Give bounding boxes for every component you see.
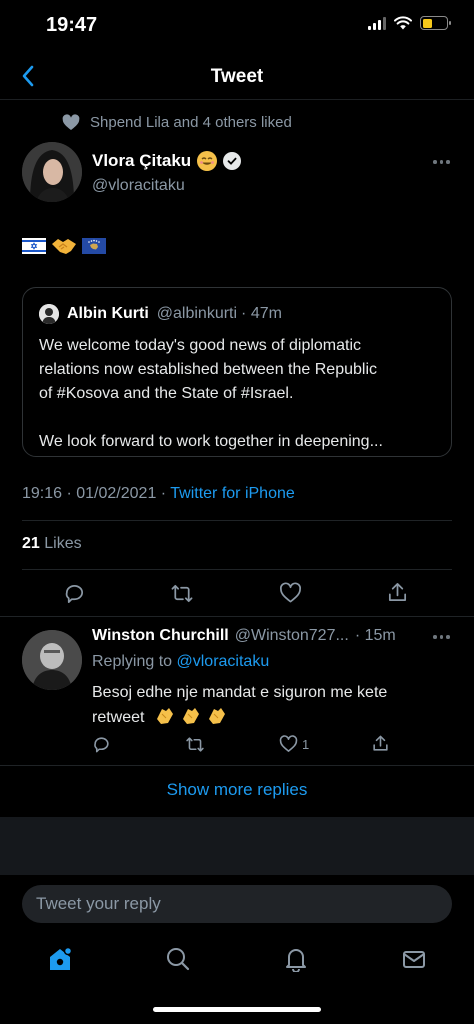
retweet-icon bbox=[186, 737, 204, 752]
reply-author-name[interactable]: Winston Churchill bbox=[92, 627, 229, 645]
retweet-button[interactable] bbox=[170, 582, 194, 605]
clapping-hands-emoji-icon bbox=[153, 705, 231, 733]
search-icon bbox=[167, 948, 190, 971]
likes-count: 21 bbox=[22, 535, 40, 552]
reply-like-button[interactable]: 1 bbox=[279, 735, 309, 753]
home-icon bbox=[50, 946, 73, 970]
tab-notifications[interactable] bbox=[281, 944, 311, 974]
quoted-author-avatar bbox=[39, 304, 59, 324]
reply-reply-button[interactable] bbox=[92, 735, 111, 754]
quoted-author-handle: @albinkurti bbox=[156, 305, 238, 322]
battery-icon bbox=[420, 16, 451, 30]
avatar-image bbox=[22, 630, 82, 690]
reply-input[interactable] bbox=[22, 885, 452, 923]
divider bbox=[22, 520, 452, 521]
retweet-icon bbox=[171, 584, 193, 603]
tweet-source-link[interactable]: Twitter for iPhone bbox=[170, 485, 295, 502]
divider bbox=[0, 765, 474, 766]
likes-summary[interactable]: 21 Likes bbox=[22, 535, 82, 553]
reply-retweet-button[interactable] bbox=[185, 735, 205, 754]
likes-label: Likes bbox=[39, 535, 82, 552]
reply-button[interactable] bbox=[63, 582, 86, 605]
page-title: Tweet bbox=[210, 66, 264, 87]
avatar-image bbox=[22, 142, 82, 202]
quoted-tweet-time: · 47m bbox=[241, 305, 282, 322]
social-context: Shpend Lila and 4 others liked bbox=[62, 114, 292, 131]
messages-icon bbox=[403, 951, 425, 968]
tweet-meta: 19:16 · 01/02/2021 · Twitter for iPhone bbox=[22, 485, 295, 503]
reply-text-line: retweet bbox=[92, 709, 145, 726]
quoted-tweet-line: of #Kosova and the State of #Israel. bbox=[39, 385, 294, 402]
social-context-text: Shpend Lila and 4 others liked bbox=[90, 114, 292, 131]
replying-to: Replying to @vloracitaku bbox=[92, 653, 269, 671]
wifi-icon bbox=[394, 16, 412, 30]
share-icon bbox=[388, 583, 407, 602]
quoted-tweet-line: relations now established between the Re… bbox=[39, 361, 377, 378]
share-icon bbox=[373, 735, 388, 751]
replying-to-label: Replying to bbox=[92, 653, 177, 670]
reply-share-button[interactable] bbox=[371, 734, 390, 753]
navigation-bar: Tweet bbox=[0, 52, 474, 100]
reply-author-avatar[interactable] bbox=[22, 630, 82, 690]
quoted-tweet-line: We welcome today's good news of diplomat… bbox=[39, 337, 362, 354]
divider bbox=[22, 569, 452, 570]
share-button[interactable] bbox=[386, 581, 409, 604]
author-name-row: Vlora Çitaku bbox=[92, 151, 242, 171]
kosovo-flag-icon bbox=[82, 238, 106, 254]
reply-more-options-icon[interactable] bbox=[433, 635, 450, 639]
tab-home[interactable] bbox=[45, 944, 75, 974]
show-more-replies-link[interactable]: Show more replies bbox=[0, 780, 474, 800]
author-handle[interactable]: @vloracitaku bbox=[92, 177, 185, 195]
quoted-tweet-line bbox=[39, 406, 439, 430]
israel-flag-icon bbox=[22, 238, 46, 254]
quoted-tweet-card[interactable]: Albin Kurti @albinkurti · 47m We welcome… bbox=[22, 287, 452, 457]
section-separator bbox=[0, 817, 474, 875]
status-icons bbox=[368, 16, 451, 30]
quoted-author-name: Albin Kurti bbox=[67, 305, 149, 322]
status-time: 19:47 bbox=[46, 14, 98, 36]
replying-to-handle[interactable]: @vloracitaku bbox=[177, 653, 270, 670]
like-icon bbox=[279, 735, 298, 752]
quoted-tweet-header: Albin Kurti @albinkurti · 47m bbox=[39, 304, 282, 324]
reply-like-count: 1 bbox=[302, 736, 310, 752]
notifications-icon bbox=[286, 949, 306, 972]
reply-time: · 15m bbox=[354, 627, 396, 644]
tweet-timestamp: 19:16 · 01/02/2021 · bbox=[22, 485, 171, 502]
author-avatar[interactable] bbox=[22, 142, 82, 202]
cellular-signal-icon bbox=[368, 16, 386, 30]
author-name[interactable]: Vlora Çitaku bbox=[92, 151, 191, 171]
more-options-icon[interactable] bbox=[433, 160, 450, 164]
heart-icon bbox=[62, 114, 80, 130]
status-bar: 19:47 bbox=[0, 0, 474, 52]
quoted-tweet-line: We look forward to work together in deep… bbox=[39, 433, 383, 450]
tweet-emoji-text bbox=[22, 236, 106, 256]
reply-text: Besoj edhe nje mandat e siguron me kete … bbox=[92, 681, 442, 733]
divider bbox=[0, 616, 474, 617]
reply-header: Winston Churchill @Winston727... · 15m bbox=[92, 627, 396, 645]
reply-icon bbox=[94, 737, 109, 753]
tab-search[interactable] bbox=[163, 944, 193, 974]
home-indicator[interactable] bbox=[153, 1007, 321, 1012]
like-button[interactable] bbox=[279, 582, 302, 604]
reply-icon bbox=[65, 585, 83, 603]
quoted-tweet-text: We welcome today's good news of diplomat… bbox=[39, 334, 439, 454]
handshake-icon bbox=[52, 239, 76, 254]
reply-author-handle[interactable]: @Winston727... bbox=[235, 627, 349, 645]
reply-text-line: Besoj edhe nje mandat e siguron me kete bbox=[92, 684, 388, 701]
grinning-emoji-icon bbox=[197, 151, 218, 171]
verified-badge-icon bbox=[223, 152, 242, 170]
like-icon bbox=[280, 582, 301, 603]
tab-bar bbox=[0, 938, 474, 982]
tab-messages[interactable] bbox=[399, 944, 429, 974]
